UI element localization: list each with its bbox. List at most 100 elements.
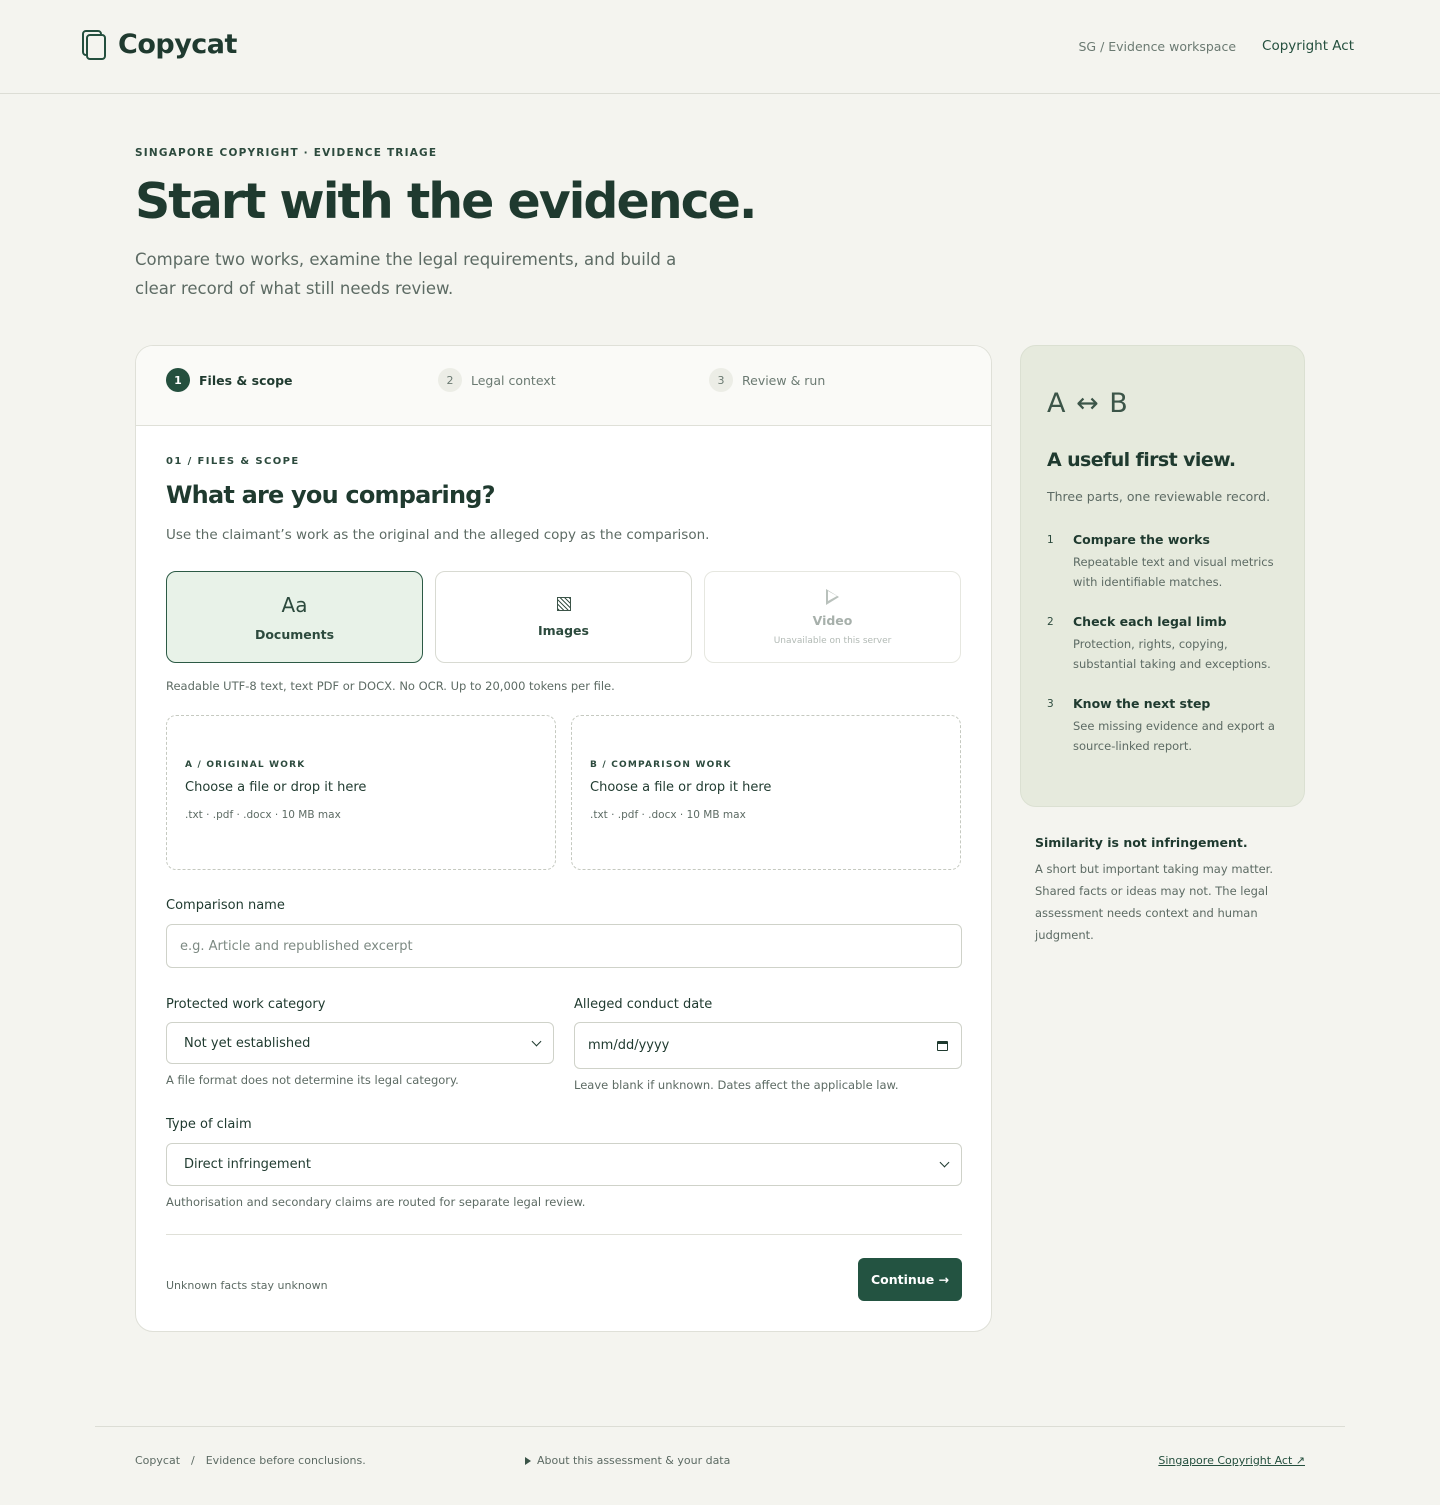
singapore-copyright-act-link[interactable]: Singapore Copyright Act ↗ xyxy=(1158,1454,1305,1467)
footer-tagline: Evidence before conclusions. xyxy=(205,1454,366,1467)
section-subtitle: Use the claimant’s work as the original … xyxy=(166,527,710,543)
calendar-icon[interactable] xyxy=(937,1040,948,1051)
wizard-steps: 1 Files & scope 2 Legal context 3 Review… xyxy=(136,346,991,426)
item-number: 1 xyxy=(1047,534,1054,546)
date-value: mm/dd/yyyy xyxy=(588,1038,670,1053)
comparison-name-input[interactable]: e.g. Article and republished excerpt xyxy=(166,924,962,968)
about-disclosure[interactable]: About this assessment & your data xyxy=(525,1454,730,1467)
copycat-logo-icon xyxy=(80,28,108,60)
brand-name: Copycat xyxy=(118,28,237,60)
overview-panel: A ↔ B A useful first view. Three parts, … xyxy=(1020,345,1305,807)
item-title: Check each legal limb xyxy=(1073,614,1227,629)
overview-list: 1 Compare the works Repeatable text and … xyxy=(1047,532,1278,756)
form-footer: Unknown facts stay unknown Continue → xyxy=(166,1234,962,1301)
note-title: Similarity is not infringement. xyxy=(1035,835,1248,850)
item-desc: Repeatable text and visual metrics with … xyxy=(1073,555,1274,589)
claim-value: Direct infringement xyxy=(184,1157,311,1172)
type-video-option: Video Unavailable on this server xyxy=(704,571,961,663)
category-field: Protected work category Not yet establis… xyxy=(166,997,554,1092)
claim-select[interactable]: Direct infringement xyxy=(166,1143,962,1186)
disclosure-triangle-icon xyxy=(525,1456,531,1465)
item-title: Know the next step xyxy=(1073,696,1211,711)
category-value: Not yet established xyxy=(184,1035,311,1051)
date-help: Leave blank if unknown. Dates affect the… xyxy=(574,1078,899,1092)
date-label: Alleged conduct date xyxy=(574,997,713,1012)
footer-brand-name: Copycat xyxy=(135,1454,181,1467)
similarity-note: Similarity is not infringement. A short … xyxy=(1035,835,1295,946)
hero-subtitle: Compare two works, examine the legal req… xyxy=(135,249,677,298)
step-review-run[interactable]: 3 Review & run xyxy=(709,368,825,392)
image-icon xyxy=(556,596,571,611)
chevron-down-icon xyxy=(939,1157,950,1168)
category-select[interactable]: Not yet established xyxy=(166,1022,554,1064)
step-number: 3 xyxy=(709,368,733,392)
original-work-dropzone[interactable]: A / ORIGINAL WORK Choose a file or drop … xyxy=(166,715,556,870)
copyright-act-link[interactable]: Copyright Act xyxy=(1262,38,1354,54)
comparison-wizard: 1 Files & scope 2 Legal context 3 Review… xyxy=(135,345,992,1332)
page-title: Start with the evidence. xyxy=(135,173,758,230)
continue-button[interactable]: Continue → xyxy=(858,1258,962,1301)
unknown-facts-note: Unknown facts stay unknown xyxy=(166,1279,328,1292)
item-desc: Protection, rights, copying, substantial… xyxy=(1073,637,1271,671)
section-title: What are you comparing? xyxy=(166,481,496,509)
overview-title: A useful first view. xyxy=(1047,449,1236,471)
section-eyebrow: 01 / FILES & SCOPE xyxy=(166,456,300,467)
list-item: 1 Compare the works Repeatable text and … xyxy=(1047,532,1278,592)
step-label: Legal context xyxy=(471,372,556,388)
media-type-selector: Aa Documents Images Video Unavailable on… xyxy=(166,571,962,663)
note-body: A short but important taking may matter.… xyxy=(1035,862,1273,942)
item-number: 2 xyxy=(1047,616,1054,628)
about-label: About this assessment & your data xyxy=(537,1454,731,1467)
dropzone-title: Choose a file or drop it here xyxy=(185,780,367,795)
documents-icon: Aa xyxy=(281,592,308,617)
dropzone-eyebrow: B / COMPARISON WORK xyxy=(590,760,732,770)
comparison-name-field: Comparison name e.g. Article and republi… xyxy=(166,898,962,968)
dropzone-formats: .txt · .pdf · .docx · 10 MB max xyxy=(185,809,341,821)
type-label: Images xyxy=(538,622,589,638)
brand-logo[interactable]: Copycat xyxy=(80,28,237,60)
item-number: 3 xyxy=(1047,698,1054,710)
item-title: Compare the works xyxy=(1073,532,1210,547)
step-label: Review & run xyxy=(742,372,826,388)
overview-subtitle: Three parts, one reviewable record. xyxy=(1047,489,1271,504)
type-label: Documents xyxy=(254,626,335,642)
workspace-label: SG / Evidence workspace xyxy=(1078,38,1237,54)
step-files-scope[interactable]: 1 Files & scope xyxy=(166,368,293,392)
claim-help: Authorisation and secondary claims are r… xyxy=(166,1195,586,1209)
type-note: Unavailable on this server xyxy=(773,635,892,646)
type-documents-option[interactable]: Aa Documents xyxy=(166,571,423,663)
type-label: Video xyxy=(812,612,853,628)
types-help: Readable UTF-8 text, text PDF or DOCX. N… xyxy=(166,679,615,693)
step-label: Files & scope xyxy=(199,372,293,388)
claim-label: Type of claim xyxy=(166,1117,252,1132)
footer-separator: / xyxy=(191,1454,195,1467)
category-label: Protected work category xyxy=(166,997,326,1012)
date-field: Alleged conduct date mm/dd/yyyy Leave bl… xyxy=(574,997,962,1092)
chevron-down-icon xyxy=(531,1036,542,1046)
comparison-name-label: Comparison name xyxy=(166,898,285,913)
dropzone-title: Choose a file or drop it here xyxy=(590,780,772,795)
comparison-work-dropzone[interactable]: B / COMPARISON WORK Choose a file or dro… xyxy=(571,715,961,870)
site-header: Copycat SG / Evidence workspace Copyrigh… xyxy=(0,0,1440,94)
item-desc: See missing evidence and export a source… xyxy=(1073,719,1275,753)
category-date-row: Protected work category Not yet establis… xyxy=(166,997,962,1092)
site-footer: Copycat / Evidence before conclusions. A… xyxy=(95,1426,1345,1467)
step-number: 1 xyxy=(166,368,190,392)
claim-field: Type of claim Direct infringement Author… xyxy=(166,1117,962,1209)
play-icon xyxy=(826,588,839,605)
step-number: 2 xyxy=(438,368,462,392)
list-item: 2 Check each legal limb Protection, righ… xyxy=(1047,614,1278,674)
dropzone-formats: .txt · .pdf · .docx · 10 MB max xyxy=(590,809,746,821)
footer-brand: Copycat / Evidence before conclusions. xyxy=(135,1454,366,1467)
hero: SINGAPORE COPYRIGHT · EVIDENCE TRIAGE St… xyxy=(135,147,835,303)
category-help: A file format does not determine its leg… xyxy=(166,1073,459,1087)
file-dropzones: A / ORIGINAL WORK Choose a file or drop … xyxy=(166,715,962,870)
step-legal-context[interactable]: 2 Legal context xyxy=(438,368,556,392)
a-b-compare-icon: A ↔ B xyxy=(1047,388,1129,419)
type-images-option[interactable]: Images xyxy=(435,571,692,663)
dropzone-eyebrow: A / ORIGINAL WORK xyxy=(185,760,306,770)
conduct-date-input[interactable]: mm/dd/yyyy xyxy=(574,1022,962,1069)
files-scope-form: 01 / FILES & SCOPE What are you comparin… xyxy=(166,456,962,1209)
hero-eyebrow: SINGAPORE COPYRIGHT · EVIDENCE TRIAGE xyxy=(135,147,438,159)
list-item: 3 Know the next step See missing evidenc… xyxy=(1047,696,1278,756)
